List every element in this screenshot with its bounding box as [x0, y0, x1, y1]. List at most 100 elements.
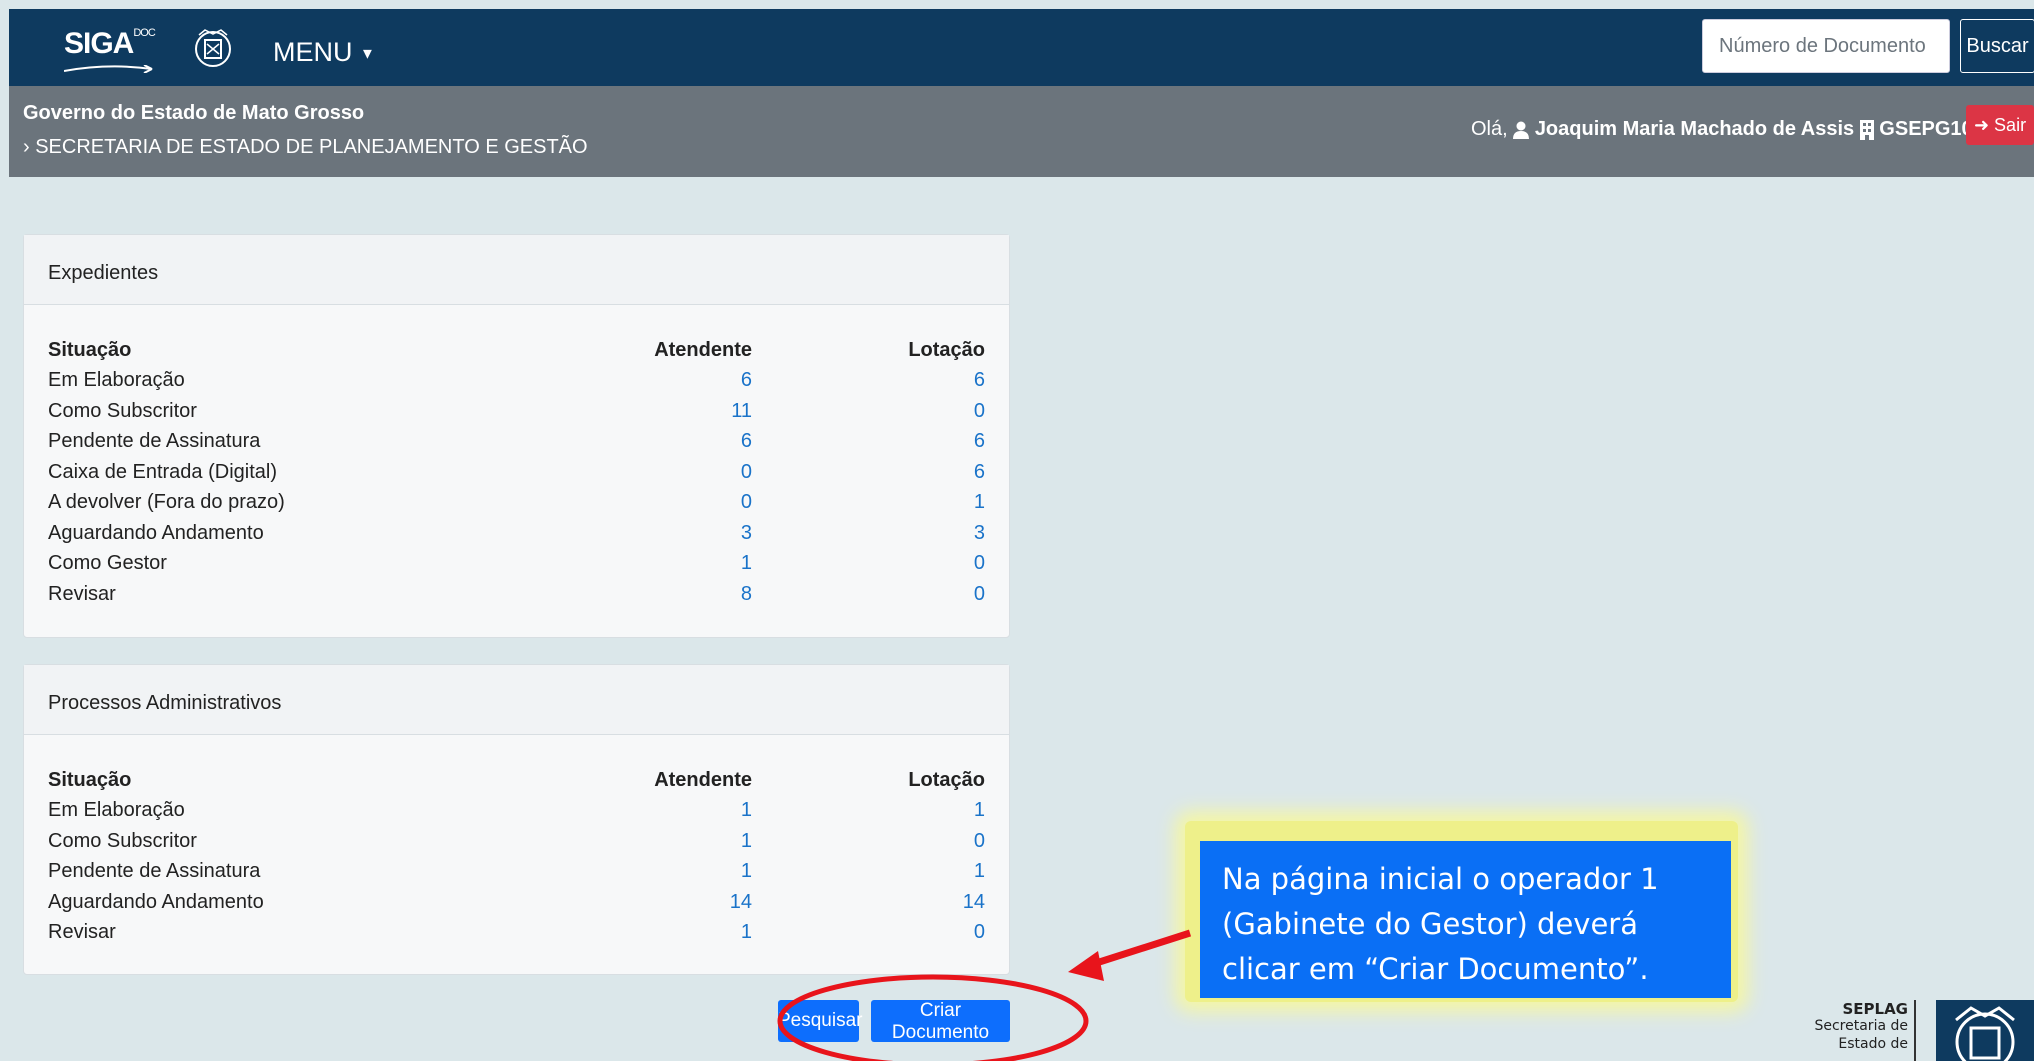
- caret-down-icon: ▼: [360, 45, 375, 63]
- atendente-count-link[interactable]: 0: [741, 491, 752, 514]
- organization-name: Governo do Estado de Mato Grosso: [23, 102, 365, 124]
- lotacao-count-link[interactable]: 6: [974, 369, 985, 392]
- pointer-arrow-head: [1068, 951, 1104, 981]
- processos-card-title: Processos Administrativos: [24, 665, 1009, 735]
- brand-sup: DOC: [133, 27, 155, 39]
- atendente-count-link[interactable]: 11: [731, 400, 752, 423]
- lotacao-count-link[interactable]: 1: [974, 491, 985, 514]
- pesquisar-button[interactable]: Pesquisar: [778, 1000, 863, 1042]
- lotacao-count-link[interactable]: 1: [974, 799, 985, 822]
- state-coat-of-arms-icon: [195, 29, 231, 67]
- table-row: Pendente de Assinatura 1 1: [24, 860, 1009, 890]
- row-situacao: Em Elaboração: [48, 799, 185, 821]
- greeting-prefix: Olá,: [1471, 118, 1508, 140]
- atendente-count-link[interactable]: 1: [741, 799, 752, 822]
- table-header-row: Situação Atendente Lotação: [24, 769, 1009, 799]
- col-situacao: Situação: [48, 769, 132, 791]
- table-row: Como Subscritor 1 0: [24, 830, 1009, 860]
- row-situacao: Como Gestor: [48, 552, 167, 574]
- state-seal-icon: [1936, 1000, 2034, 1061]
- atendente-count-link[interactable]: 8: [741, 583, 752, 606]
- document-number-input[interactable]: [1702, 19, 1950, 73]
- user-greeting: Olá, Joaquim Maria Machado de Assis GSEP…: [1471, 118, 2006, 141]
- search-button[interactable]: Buscar: [1960, 19, 2034, 73]
- logout-button[interactable]: ➜ Sair: [1966, 105, 2034, 145]
- seplag-subtitle-2: Estado de: [1838, 1036, 1908, 1052]
- atendente-count-link[interactable]: 1: [741, 860, 752, 883]
- criar-documento-button[interactable]: Criar Documento: [871, 1000, 1010, 1043]
- row-situacao: Pendente de Assinatura: [48, 860, 261, 882]
- table-row: Caixa de Entrada (Digital) 0 6: [24, 461, 1009, 491]
- col-atendente: Atendente: [654, 339, 752, 361]
- lotacao-count-link[interactable]: 0: [974, 583, 985, 606]
- sign-out-icon: ➜: [1973, 114, 1990, 135]
- lotacao-count-link[interactable]: 0: [974, 552, 985, 575]
- table-row: Pendente de Assinatura 6 6: [24, 430, 1009, 460]
- lotacao-count-link[interactable]: 14: [963, 891, 985, 914]
- siga-doc-logo[interactable]: SIGADOC: [64, 27, 156, 73]
- expedientes-card-title: Expedientes: [24, 235, 1009, 305]
- table-row: Aguardando Andamento 14 14: [24, 891, 1009, 921]
- col-lotacao: Lotação: [908, 339, 985, 361]
- table-row: Em Elaboração 1 1: [24, 799, 1009, 829]
- table-row: Em Elaboração 6 6: [24, 369, 1009, 399]
- lotacao-count-link[interactable]: 0: [974, 921, 985, 944]
- atendente-count-link[interactable]: 1: [741, 921, 752, 944]
- user-name[interactable]: Joaquim Maria Machado de Assis: [1535, 118, 1854, 140]
- top-navbar: SIGADOC MENU ▼ Buscar: [9, 9, 2034, 86]
- row-situacao: Aguardando Andamento: [48, 891, 264, 913]
- row-situacao: Revisar: [48, 921, 116, 943]
- brand-swoosh-icon: [64, 65, 153, 73]
- logout-label: Sair: [1994, 114, 2027, 135]
- callout-line-3: clicar em “Criar Documento”.: [1222, 952, 1649, 986]
- row-situacao: Aguardando Andamento: [48, 522, 264, 544]
- lotacao-count-link[interactable]: 6: [974, 461, 985, 484]
- atendente-count-link[interactable]: 14: [730, 891, 752, 914]
- expedientes-card: Expedientes Situação Atendente Lotação E…: [23, 234, 1010, 638]
- table-row: Aguardando Andamento 3 3: [24, 522, 1009, 552]
- col-situacao: Situação: [48, 339, 132, 361]
- main-menu-dropdown[interactable]: MENU ▼: [273, 37, 375, 68]
- context-header: Governo do Estado de Mato Grosso › SECRE…: [9, 86, 2034, 177]
- table-row: Como Subscritor 11 0: [24, 400, 1009, 430]
- table-header-row: Situação Atendente Lotação: [24, 339, 1009, 369]
- atendente-count-link[interactable]: 6: [741, 369, 752, 392]
- row-situacao: A devolver (Fora do prazo): [48, 491, 285, 513]
- processos-card: Processos Administrativos Situação Atend…: [23, 664, 1010, 975]
- table-row: Revisar 1 0: [24, 921, 1009, 951]
- user-icon: [1513, 121, 1530, 139]
- table-row: Como Gestor 1 0: [24, 552, 1009, 582]
- lotacao-count-link[interactable]: 0: [974, 830, 985, 853]
- row-situacao: Revisar: [48, 583, 116, 605]
- row-situacao: Em Elaboração: [48, 369, 185, 391]
- seplag-footer-logo: SEPLAG Secretaria de Estado de: [1780, 1000, 2034, 1061]
- table-row: Revisar 8 0: [24, 583, 1009, 613]
- atendente-count-link[interactable]: 6: [741, 430, 752, 453]
- instruction-callout: Na página inicial o operador 1 (Gabinete…: [1200, 841, 1731, 998]
- col-atendente: Atendente: [654, 769, 752, 791]
- building-icon: [1859, 119, 1874, 140]
- row-situacao: Pendente de Assinatura: [48, 430, 261, 452]
- lotacao-count-link[interactable]: 1: [974, 860, 985, 883]
- atendente-count-link[interactable]: 1: [741, 552, 752, 575]
- seplag-title: SEPLAG: [1842, 1000, 1908, 1018]
- atendente-count-link[interactable]: 1: [741, 830, 752, 853]
- table-row: A devolver (Fora do prazo) 0 1: [24, 491, 1009, 521]
- brand-text: SIGA: [64, 27, 134, 60]
- col-lotacao: Lotação: [908, 769, 985, 791]
- department-breadcrumb[interactable]: › SECRETARIA DE ESTADO DE PLANEJAMENTO E…: [23, 136, 588, 159]
- callout-line-2: (Gabinete do Gestor) deverá: [1222, 907, 1638, 941]
- lotacao-count-link[interactable]: 0: [974, 400, 985, 423]
- row-situacao: Caixa de Entrada (Digital): [48, 461, 277, 483]
- lotacao-count-link[interactable]: 3: [974, 522, 985, 545]
- menu-label: MENU: [273, 37, 353, 67]
- seplag-subtitle-1: Secretaria de: [1814, 1018, 1908, 1034]
- callout-line-1: Na página inicial o operador 1: [1222, 862, 1659, 896]
- logo-divider: [1914, 1000, 1916, 1061]
- lotacao-count-link[interactable]: 6: [974, 430, 985, 453]
- row-situacao: Como Subscritor: [48, 830, 197, 852]
- atendente-count-link[interactable]: 0: [741, 461, 752, 484]
- pointer-arrow-shaft: [1088, 929, 1192, 969]
- atendente-count-link[interactable]: 3: [741, 522, 752, 545]
- row-situacao: Como Subscritor: [48, 400, 197, 422]
